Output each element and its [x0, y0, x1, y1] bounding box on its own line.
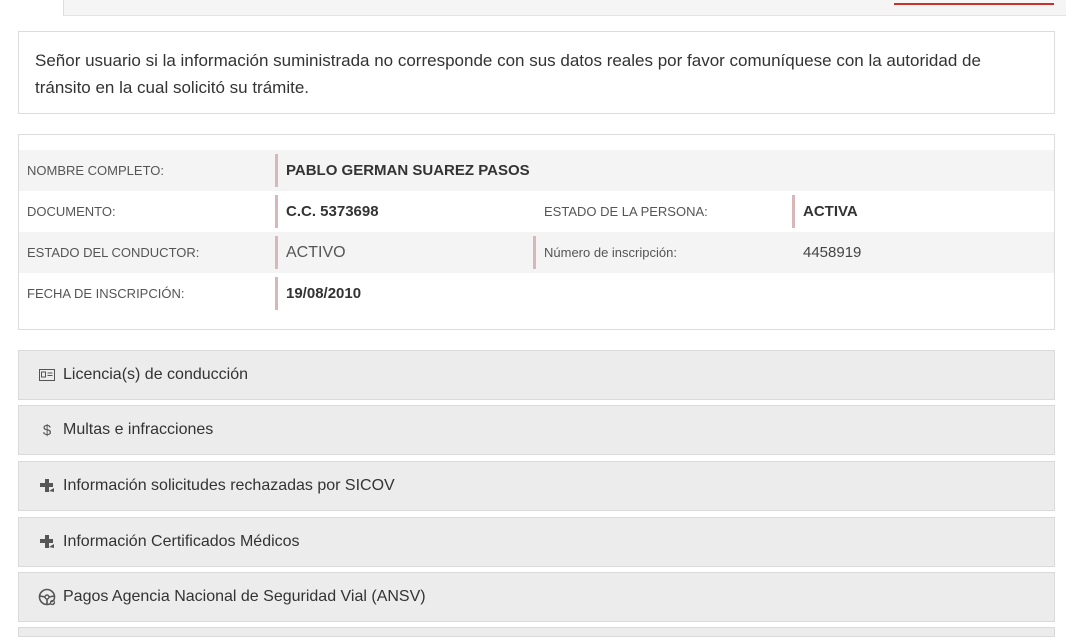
- fecha-value: 19/08/2010: [275, 277, 361, 310]
- accordion-licencias[interactable]: Licencia(s) de conducción: [18, 350, 1055, 400]
- row-nombre: NOMBRE COMPLETO: PABLO GERMAN SUAREZ PAS…: [19, 150, 1054, 191]
- fecha-label: FECHA DE INSCRIPCIÓN:: [27, 286, 185, 301]
- estado-conductor-value: ACTIVO: [275, 236, 346, 269]
- estado-persona-value: ACTIVA: [792, 195, 858, 228]
- accordion-label: Multas e infracciones: [63, 421, 214, 438]
- documento-value: C.C. 5373698: [275, 195, 379, 228]
- inscripcion-label: Número de inscripción:: [533, 236, 677, 269]
- nombre-label: NOMBRE COMPLETO:: [27, 163, 165, 178]
- estado-persona-label: ESTADO DE LA PERSONA:: [544, 204, 708, 219]
- accordion-label: Licencia(s) de conducción: [63, 366, 248, 383]
- dollar-icon: $: [42, 421, 52, 439]
- active-tab-stub[interactable]: [0, 0, 64, 16]
- accordion-certificados[interactable]: Información Certificados Médicos: [18, 517, 1055, 567]
- accordion-label: Información solicitudes rechazadas por S…: [63, 477, 395, 494]
- documento-label: DOCUMENTO:: [27, 204, 116, 219]
- row-documento: DOCUMENTO: C.C. 5373698 ESTADO DE LA PER…: [19, 191, 1054, 232]
- medical-plus-icon: [38, 518, 56, 566]
- notice-text: Señor usuario si la información suminist…: [35, 51, 981, 97]
- estado-conductor-label: ESTADO DEL CONDUCTOR:: [27, 245, 200, 260]
- nombre-value: PABLO GERMAN SUAREZ PASOS: [275, 154, 530, 187]
- accordion-next-partial[interactable]: [18, 627, 1055, 637]
- person-info-panel: NOMBRE COMPLETO: PABLO GERMAN SUAREZ PAS…: [18, 134, 1055, 330]
- medical-plus-icon: [38, 462, 56, 510]
- top-tab-strip: [0, 0, 1066, 16]
- notice-box: Señor usuario si la información suminist…: [18, 31, 1055, 114]
- id-card-icon: [38, 351, 56, 399]
- accordion-multas[interactable]: $ Multas e infracciones: [18, 405, 1055, 455]
- accordion-label: Pagos Agencia Nacional de Seguridad Vial…: [63, 588, 426, 605]
- row-estado-conductor: ESTADO DEL CONDUCTOR: ACTIVO Número de i…: [19, 232, 1054, 273]
- inscripcion-value: 4458919: [803, 244, 862, 261]
- accordion-label: Información Certificados Médicos: [63, 533, 300, 550]
- accordion-ansv[interactable]: Pagos Agencia Nacional de Seguridad Vial…: [18, 572, 1055, 622]
- accent-underline: [894, 3, 1054, 5]
- accordion-sicov[interactable]: Información solicitudes rechazadas por S…: [18, 461, 1055, 511]
- row-fecha: FECHA DE INSCRIPCIÓN: 19/08/2010: [19, 273, 1054, 314]
- steering-wheel-icon: [38, 573, 56, 621]
